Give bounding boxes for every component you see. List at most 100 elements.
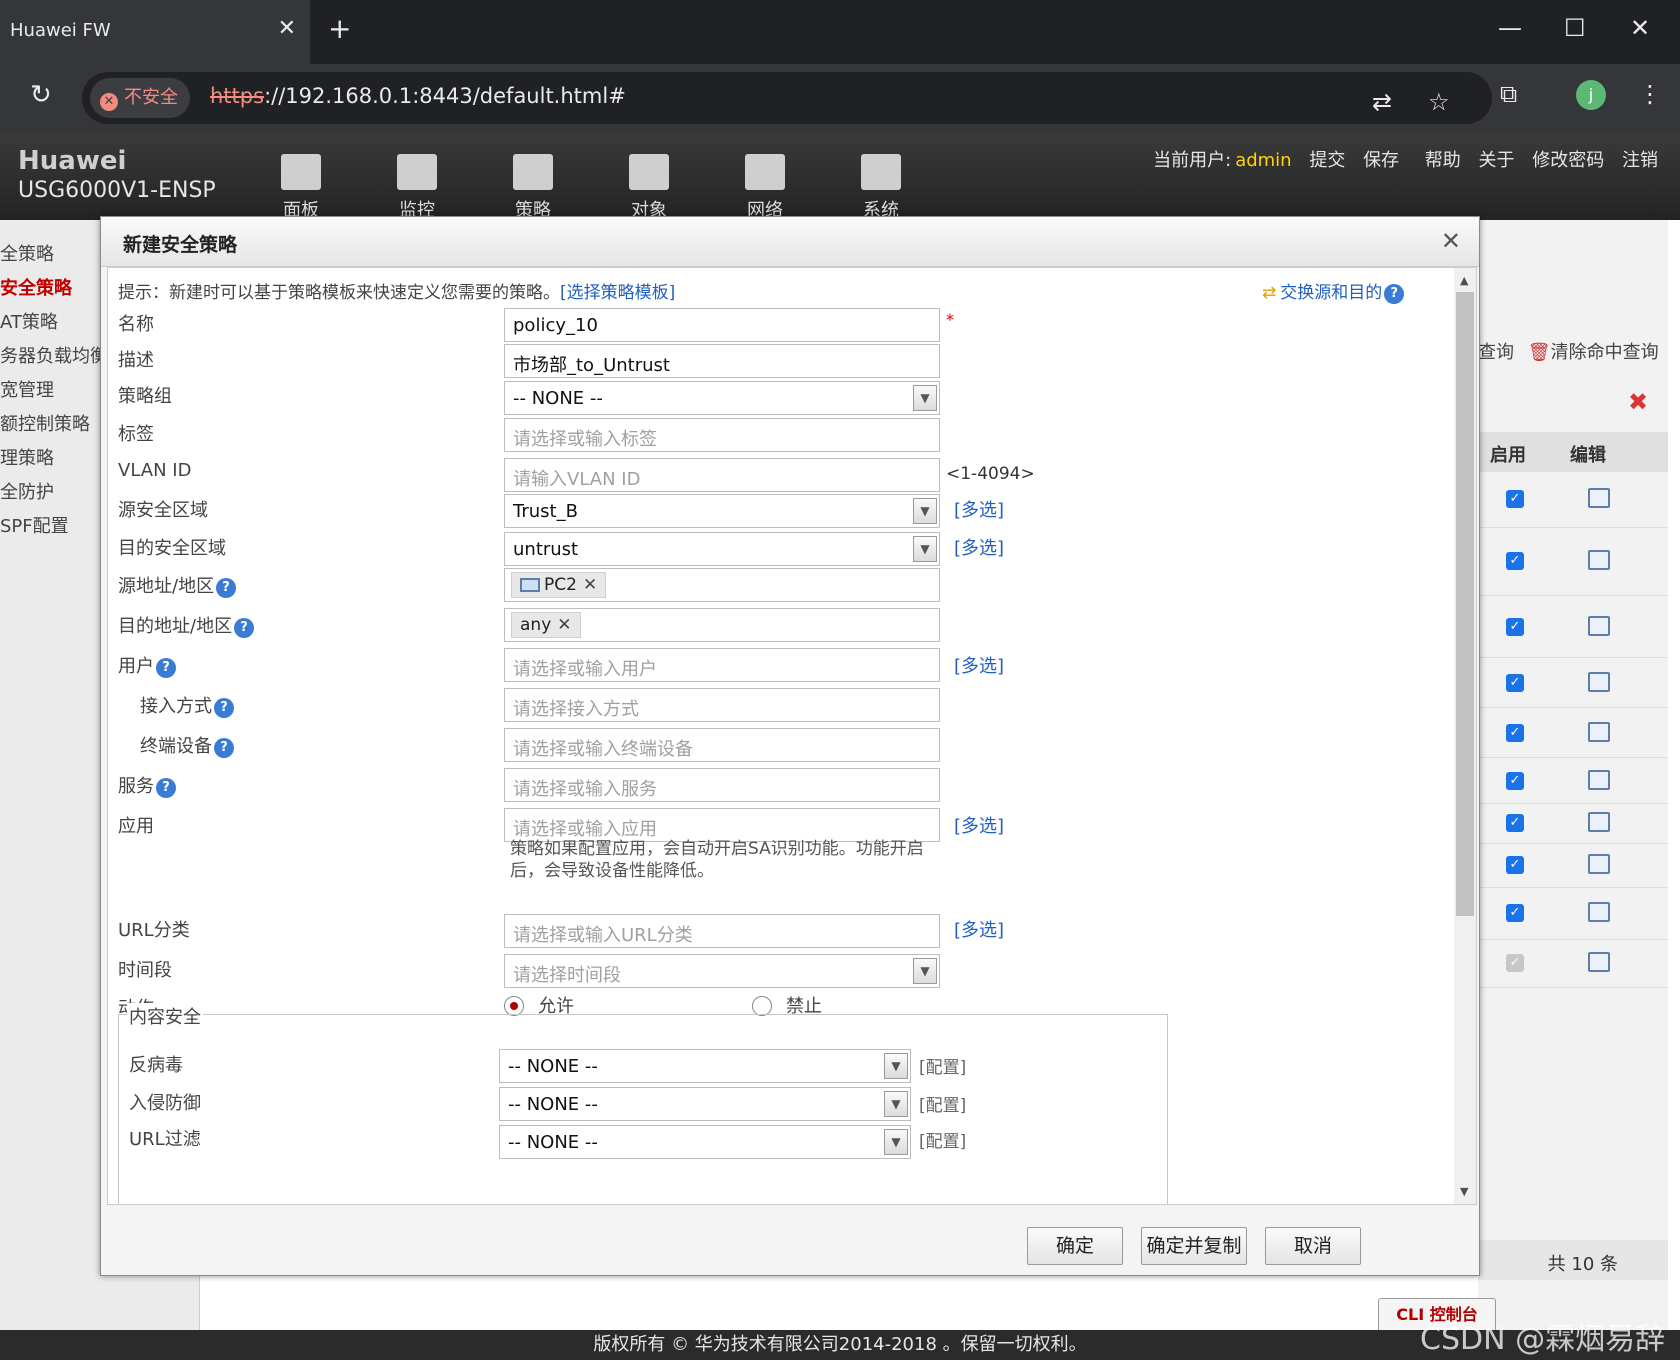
security-badge[interactable]: ✕ 不安全	[90, 78, 190, 118]
url-text[interactable]: https://192.168.0.1:8443/default.html#	[210, 84, 626, 108]
edit-icon[interactable]	[1588, 854, 1610, 874]
ok-copy-button[interactable]: 确定并复制	[1141, 1227, 1247, 1265]
new-tab-icon[interactable]: +	[328, 12, 351, 45]
browser-tab[interactable]: Huawei FW ✕	[0, 0, 310, 64]
desc-field[interactable]: 市场部_to_Untrust	[504, 344, 940, 378]
deny-radio[interactable]	[752, 996, 772, 1016]
allow-radio[interactable]	[504, 996, 524, 1016]
chevron-down-icon[interactable]: ▼	[884, 1091, 908, 1117]
submit-link[interactable]: 提交	[1309, 150, 1345, 171]
src-zone-select[interactable]: Trust_B ▼	[504, 494, 940, 528]
edit-icon[interactable]	[1588, 616, 1610, 636]
nav-dashboard[interactable]: 面板	[266, 154, 336, 222]
chevron-down-icon[interactable]: ▼	[913, 498, 937, 524]
nav-policy[interactable]: 策略	[498, 154, 568, 222]
ips-select[interactable]: -- NONE -- ▼	[499, 1087, 911, 1121]
query-button[interactable]: 查询	[1478, 342, 1514, 363]
chevron-down-icon[interactable]: ▼	[913, 385, 937, 411]
enable-checkbox[interactable]: ✓	[1506, 724, 1524, 742]
edit-icon[interactable]	[1588, 672, 1610, 692]
scroll-thumb[interactable]	[1456, 292, 1474, 916]
edit-icon[interactable]	[1588, 770, 1610, 790]
enable-checkbox[interactable]: ✓	[1506, 552, 1524, 570]
ips-config-link[interactable]: [配置]	[919, 1091, 966, 1116]
name-field[interactable]: policy_10	[504, 308, 940, 342]
bookmark-star-icon[interactable]: ☆	[1428, 88, 1450, 116]
address-bar[interactable]: ✕ 不安全 https://192.168.0.1:8443/default.ht…	[82, 72, 1492, 124]
user-input[interactable]: 请选择或输入用户	[504, 648, 940, 682]
scroll-down-icon[interactable]: ▼	[1460, 1185, 1468, 1198]
help-link[interactable]: 帮助	[1425, 150, 1461, 171]
url-cat-multi-link[interactable]: [多选]	[954, 916, 1004, 942]
minimize-icon[interactable]: —	[1498, 14, 1522, 42]
nav-network[interactable]: 网络	[730, 154, 800, 222]
enable-checkbox[interactable]: ✓	[1506, 490, 1524, 508]
tab-close-icon[interactable]: ✕	[278, 16, 296, 41]
about-link[interactable]: 关于	[1479, 150, 1515, 171]
remove-icon[interactable]: ✕	[583, 575, 597, 595]
access-select[interactable]: 请选择接入方式	[504, 688, 940, 722]
logout-link[interactable]: 注销	[1622, 150, 1658, 171]
chevron-down-icon[interactable]: ▼	[884, 1129, 908, 1155]
clear-hits-button[interactable]: 🗑清除命中查询	[1528, 342, 1659, 363]
chevron-down-icon[interactable]: ▼	[913, 958, 937, 984]
help-icon[interactable]: ?	[156, 658, 176, 678]
app-multi-link[interactable]: [多选]	[954, 812, 1004, 838]
enable-checkbox[interactable]: ✓	[1506, 904, 1524, 922]
user-multi-link[interactable]: [多选]	[954, 652, 1004, 678]
select-template-link[interactable]: [选择策略模板]	[560, 283, 675, 303]
terminal-input[interactable]: 请选择或输入终端设备	[504, 728, 940, 762]
src-addr-field[interactable]: PC2 ✕	[504, 568, 940, 602]
vlan-input[interactable]: 请输入VLAN ID	[504, 458, 940, 492]
dst-zone-select[interactable]: untrust ▼	[504, 532, 940, 566]
edit-icon[interactable]	[1588, 902, 1610, 922]
edit-icon[interactable]	[1588, 488, 1610, 508]
profile-avatar[interactable]: j	[1576, 80, 1606, 110]
cancel-button[interactable]: 取消	[1265, 1227, 1361, 1265]
src-zone-multi-link[interactable]: [多选]	[954, 496, 1004, 522]
enable-checkbox[interactable]: ✓	[1506, 674, 1524, 692]
app-input[interactable]: 请选择或输入应用	[504, 808, 940, 842]
nav-system[interactable]: 系统	[846, 154, 916, 222]
nav-monitor[interactable]: 监控	[382, 154, 452, 222]
dst-zone-multi-link[interactable]: [多选]	[954, 534, 1004, 560]
edit-icon[interactable]	[1588, 952, 1610, 972]
url-cat-input[interactable]: 请选择或输入URL分类	[504, 914, 940, 948]
dialog-scrollbar[interactable]: ▲ ▼	[1454, 268, 1476, 1204]
antivirus-select[interactable]: -- NONE -- ▼	[499, 1049, 911, 1083]
swap-src-dst-link[interactable]: ⇄ 交换源和目的?	[1262, 278, 1405, 304]
edit-icon[interactable]	[1588, 550, 1610, 570]
chevron-down-icon[interactable]: ▼	[913, 536, 937, 562]
help-icon[interactable]: ?	[156, 778, 176, 798]
maximize-icon[interactable]: ☐	[1564, 14, 1586, 42]
enable-checkbox[interactable]: ✓	[1506, 772, 1524, 790]
tag-input[interactable]: 请选择或输入标签	[504, 418, 940, 452]
translate-icon[interactable]: ⇄	[1372, 88, 1392, 116]
scroll-up-icon[interactable]: ▲	[1460, 274, 1468, 287]
chevron-down-icon[interactable]: ▼	[884, 1053, 908, 1079]
window-close-icon[interactable]: ✕	[1630, 14, 1650, 42]
edit-icon[interactable]	[1588, 812, 1610, 832]
help-icon[interactable]: ?	[214, 738, 234, 758]
enable-checkbox[interactable]: ✓	[1506, 618, 1524, 636]
help-icon[interactable]: ?	[1384, 284, 1405, 304]
antivirus-config-link[interactable]: [配置]	[919, 1053, 966, 1078]
change-password-link[interactable]: 修改密码	[1532, 150, 1604, 171]
help-icon[interactable]: ?	[214, 698, 234, 718]
help-icon[interactable]: ?	[216, 578, 237, 598]
group-select[interactable]: -- NONE -- ▼	[504, 381, 940, 415]
save-link[interactable]: 保存	[1363, 150, 1399, 171]
dst-addr-field[interactable]: any ✕	[504, 608, 940, 642]
url-filter-config-link[interactable]: [配置]	[919, 1127, 966, 1152]
nav-object[interactable]: 对象	[614, 154, 684, 222]
menu-kebab-icon[interactable]: ⋮	[1638, 80, 1662, 108]
delete-icon[interactable]: ✖	[1628, 388, 1648, 416]
ok-button[interactable]: 确定	[1027, 1227, 1123, 1265]
url-filter-select[interactable]: -- NONE -- ▼	[499, 1125, 911, 1159]
service-input[interactable]: 请选择或输入服务	[504, 768, 940, 802]
enable-checkbox[interactable]: ✓	[1506, 814, 1524, 832]
help-icon[interactable]: ?	[234, 618, 255, 638]
time-select[interactable]: 请选择时间段 ▼	[504, 954, 940, 988]
dialog-close-icon[interactable]: ✕	[1441, 227, 1461, 255]
remove-icon[interactable]: ✕	[557, 615, 571, 635]
